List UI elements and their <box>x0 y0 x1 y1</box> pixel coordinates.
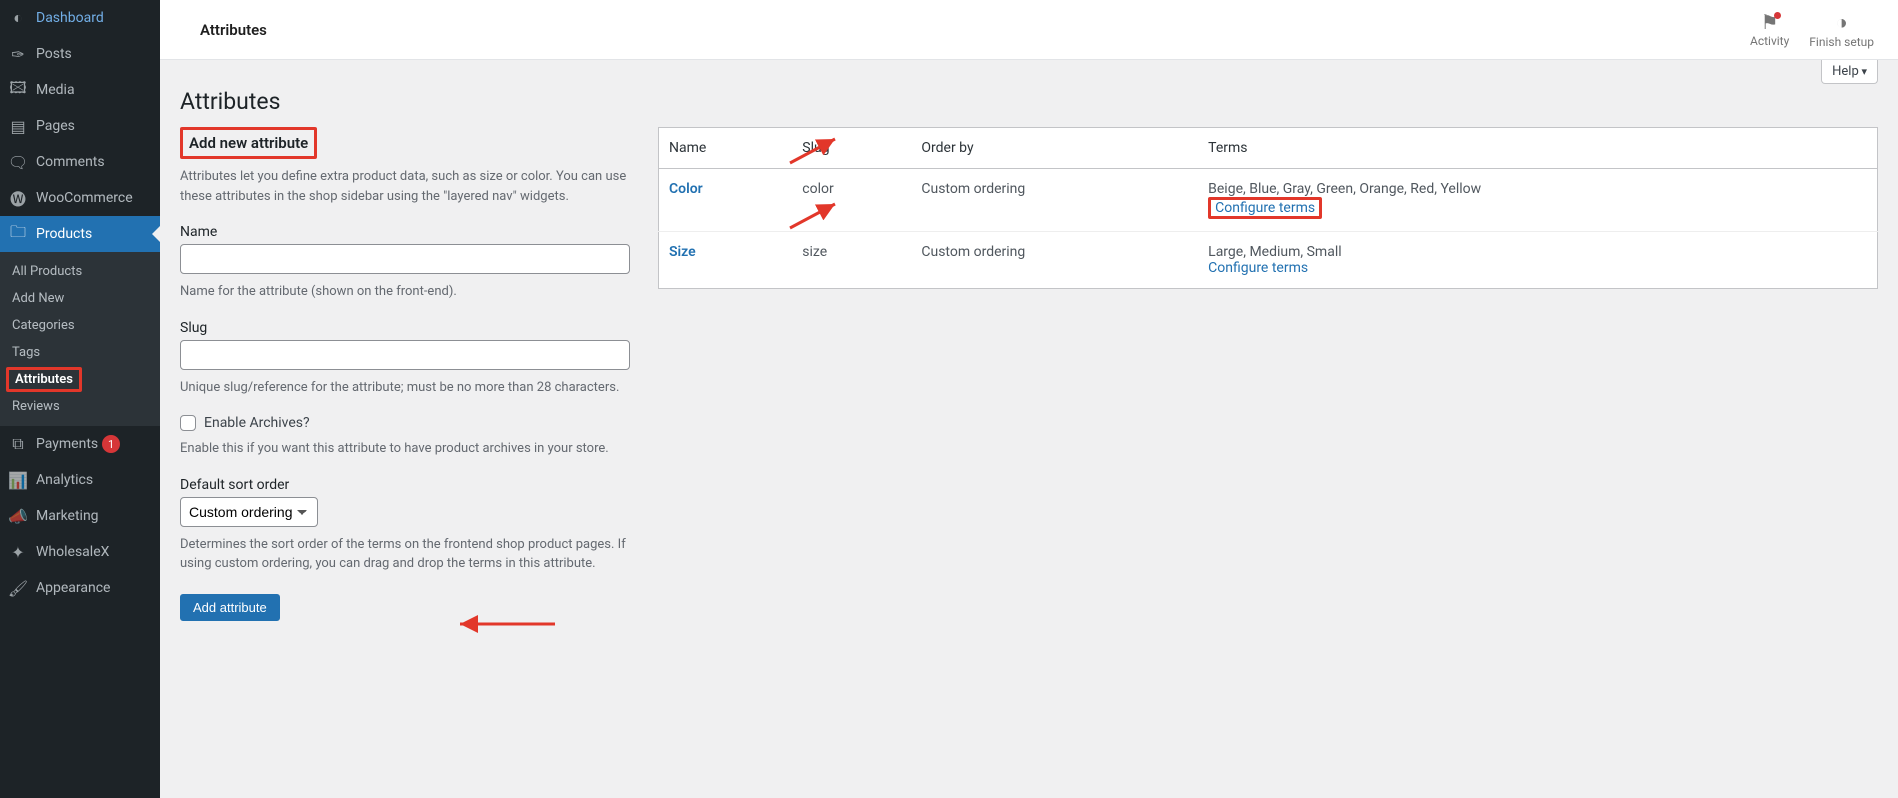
sidebar-item-label: Media <box>36 82 75 98</box>
progress-icon: ◑ <box>1836 10 1848 35</box>
name-input[interactable] <box>180 244 630 274</box>
attribute-slug: size <box>792 232 911 289</box>
configure-terms-link[interactable]: Configure terms <box>1208 260 1308 276</box>
slug-help: Unique slug/reference for the attribute;… <box>180 378 630 398</box>
topbar: Attributes ⚑ Activity ◑ Finish setup <box>160 0 1898 60</box>
sidebar-item-media[interactable]: 🖾 Media <box>0 72 160 108</box>
attribute-terms-cell: Large, Medium, SmallConfigure terms <box>1198 232 1877 289</box>
sidebar-item-label: Payments <box>36 436 98 452</box>
sidebar-item-label: WooCommerce <box>36 190 133 206</box>
enable-archives-label: Enable Archives? <box>204 415 310 431</box>
attributes-table-wrap: Name Slug Order by Terms Color colorCusto… <box>658 127 1878 289</box>
add-attribute-form: Add new attribute Attributes let you def… <box>180 127 630 621</box>
comments-icon: 🗨 <box>8 152 28 172</box>
enable-archives-checkbox[interactable] <box>180 415 196 431</box>
woocommerce-icon: 🅦 <box>8 188 28 208</box>
dashboard-icon: ◐ <box>8 8 28 28</box>
admin-sidebar: ◐ Dashboard ✑ Posts 🖾 Media ▤ Pages 🗨 Comments 🅦 Wo… <box>0 0 160 798</box>
main-area: Attributes ⚑ Activity ◑ Finish setup Hel… <box>160 0 1898 798</box>
add-attribute-heading-highlight: Add new attribute <box>180 127 317 159</box>
page-content: Help Attributes Add new attribute Attrib… <box>160 60 1898 661</box>
products-submenu: All ProductsAdd NewCategoriesTagsAttribu… <box>0 252 160 426</box>
submenu-item-add-new[interactable]: Add New <box>0 285 160 312</box>
submenu-item-reviews[interactable]: Reviews <box>0 393 160 420</box>
submenu-item-all-products[interactable]: All Products <box>0 258 160 285</box>
posts-icon: ✑ <box>8 44 28 64</box>
col-order: Order by <box>911 128 1198 169</box>
pages-icon: ▤ <box>8 116 28 136</box>
media-icon: 🖾 <box>8 80 28 100</box>
sidebar-item-posts[interactable]: ✑ Posts <box>0 36 160 72</box>
attribute-name-link[interactable]: Color <box>669 181 703 197</box>
analytics-icon: 📊 <box>8 470 28 490</box>
attribute-terms-cell: Beige, Blue, Gray, Green, Orange, Red, Y… <box>1198 169 1877 232</box>
sidebar-item-woocommerce[interactable]: 🅦 WooCommerce <box>0 180 160 216</box>
configure-terms-link[interactable]: Configure terms <box>1208 197 1322 219</box>
sidebar-item-label: Posts <box>36 46 72 62</box>
marketing-icon: 📣 <box>8 506 28 526</box>
page-title: Attributes <box>180 70 1878 127</box>
col-slug: Slug <box>792 128 911 169</box>
submenu-highlight: Attributes <box>6 367 82 392</box>
sort-label: Default sort order <box>180 477 630 493</box>
sidebar-item-label: Dashboard <box>36 10 104 26</box>
sidebar-item-dashboard[interactable]: ◐ Dashboard <box>0 0 160 36</box>
submenu-item-categories[interactable]: Categories <box>0 312 160 339</box>
intro-text: Attributes let you define extra product … <box>180 167 630 206</box>
name-help: Name for the attribute (shown on the fro… <box>180 282 630 302</box>
add-attribute-heading: Add new attribute <box>183 130 314 156</box>
sidebar-item-comments[interactable]: 🗨 Comments <box>0 144 160 180</box>
appearance-icon: 🖌 <box>8 578 28 598</box>
finish-label: Finish setup <box>1809 35 1874 49</box>
table-row: Color colorCustom ordering Beige, Blue, Gr… <box>659 169 1878 232</box>
sidebar-item-label: Analytics <box>36 472 93 488</box>
help-tab[interactable]: Help <box>1821 60 1878 84</box>
col-name: Name <box>659 128 793 169</box>
archives-help: Enable this if you want this attribute t… <box>180 439 630 459</box>
sidebar-item-label: Comments <box>36 154 105 170</box>
slug-input[interactable] <box>180 340 630 370</box>
finish-setup-button[interactable]: ◑ Finish setup <box>1809 10 1874 49</box>
col-terms: Terms <box>1198 128 1877 169</box>
add-attribute-button[interactable]: Add attribute <box>180 594 280 621</box>
attribute-name-link[interactable]: Size <box>669 244 696 260</box>
sidebar-item-label: Marketing <box>36 508 99 524</box>
attribute-order: Custom ordering <box>911 169 1198 232</box>
attribute-slug: color <box>792 169 911 232</box>
attribute-terms: Large, Medium, Small <box>1208 244 1867 260</box>
attribute-terms: Beige, Blue, Gray, Green, Orange, Red, Y… <box>1208 181 1867 197</box>
sidebar-item-label: WholesaleX <box>36 544 109 560</box>
sidebar-item-analytics[interactable]: 📊 Analytics <box>0 462 160 498</box>
sidebar-item-label: Appearance <box>36 580 110 596</box>
attributes-table: Name Slug Order by Terms Color colorCusto… <box>658 127 1878 289</box>
slug-label: Slug <box>180 320 630 336</box>
activity-button[interactable]: ⚑ Activity <box>1750 10 1789 49</box>
sidebar-item-marketing[interactable]: 📣 Marketing <box>0 498 160 534</box>
table-row: SizesizeCustom orderingLarge, Medium, Sm… <box>659 232 1878 289</box>
name-label: Name <box>180 224 630 240</box>
sidebar-item-label: Pages <box>36 118 75 134</box>
topbar-title: Attributes <box>184 1 283 59</box>
sidebar-item-pages[interactable]: ▤ Pages <box>0 108 160 144</box>
submenu-item-tags[interactable]: Tags <box>0 339 160 366</box>
activity-label: Activity <box>1750 34 1789 48</box>
sort-order-select[interactable]: Custom ordering <box>180 497 318 527</box>
sidebar-item-wholesalex[interactable]: ✦ WholesaleX <box>0 534 160 570</box>
products-icon: 🗀 <box>8 224 28 244</box>
submenu-item-attributes[interactable]: Attributes <box>0 366 160 393</box>
badge: 1 <box>102 435 120 453</box>
wholesalex-icon: ✦ <box>8 542 28 562</box>
attribute-order: Custom ordering <box>911 232 1198 289</box>
sidebar-item-appearance[interactable]: 🖌 Appearance <box>0 570 160 606</box>
sidebar-item-label: Products <box>36 226 92 242</box>
sidebar-item-payments[interactable]: ⧉ Payments1 <box>0 426 160 462</box>
table-header-row: Name Slug Order by Terms <box>659 128 1878 169</box>
sort-help: Determines the sort order of the terms o… <box>180 535 630 574</box>
sidebar-item-products[interactable]: 🗀 Products <box>0 216 160 252</box>
flag-icon: ⚑ <box>1761 10 1779 34</box>
payments-icon: ⧉ <box>8 434 28 454</box>
